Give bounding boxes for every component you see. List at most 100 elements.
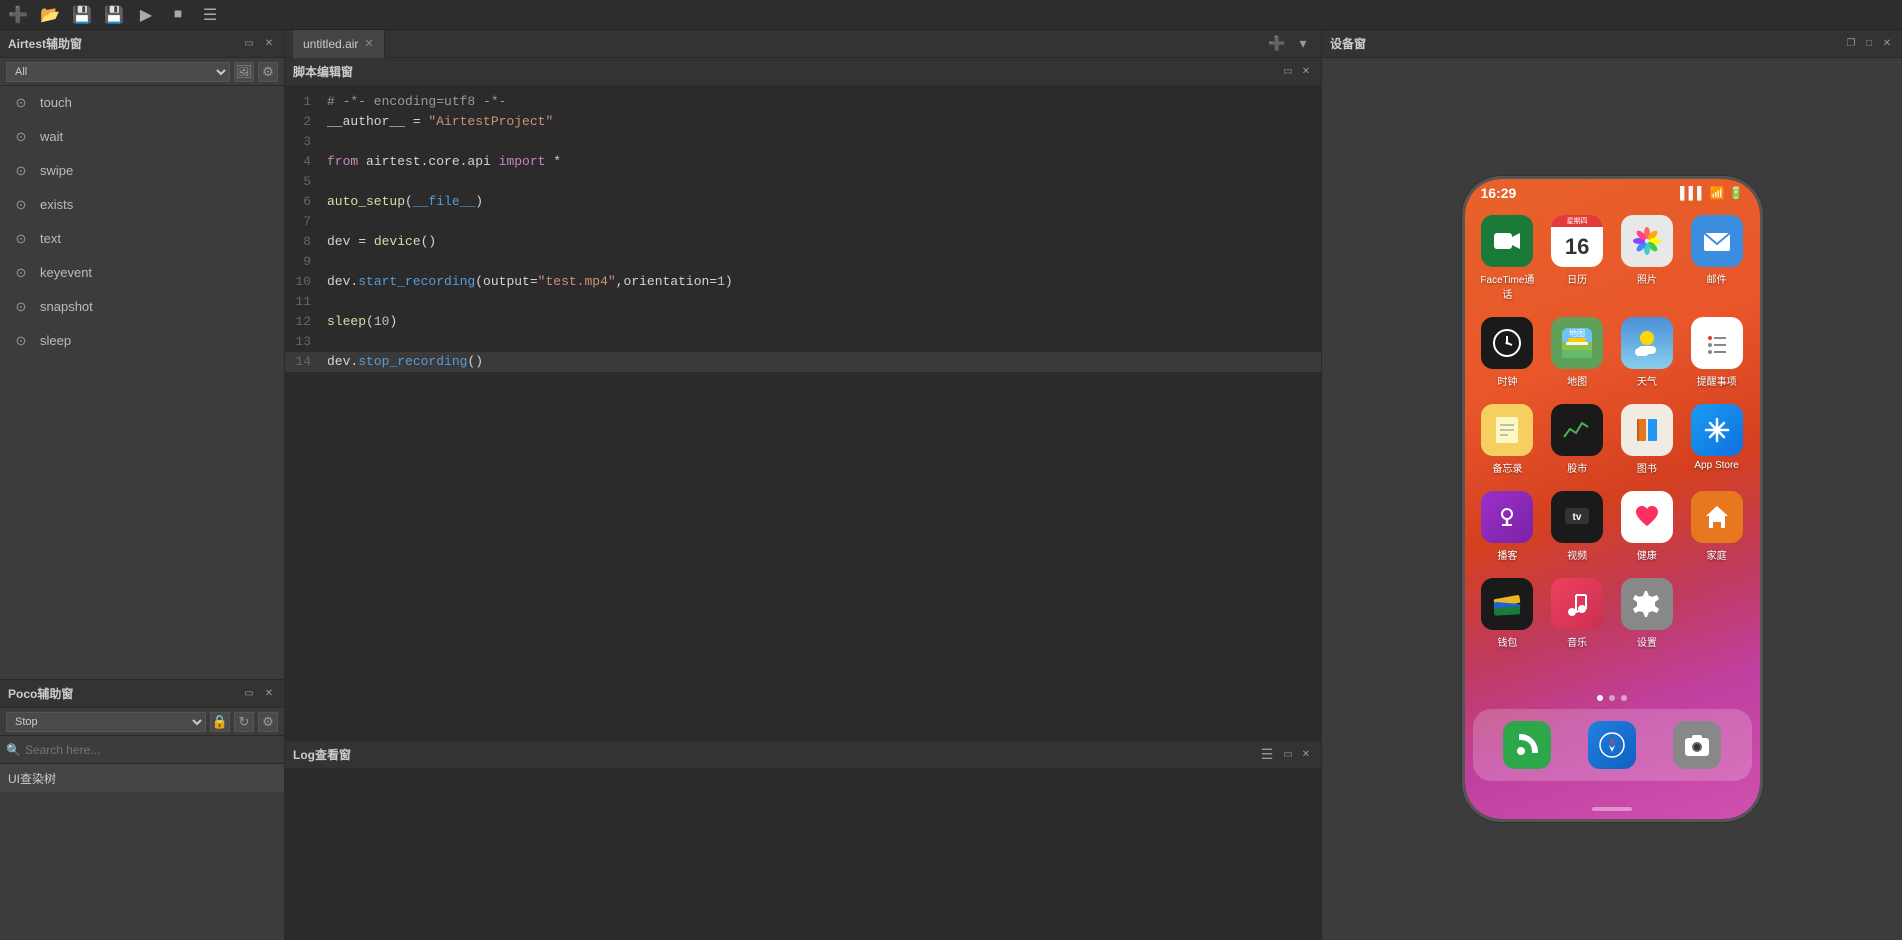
app-stocks[interactable]: 股市 [1546,404,1608,475]
app-facetime[interactable]: FaceTime通话 [1477,215,1539,301]
filter-screenshot-btn[interactable]: 🖼 [234,62,254,82]
poco-close-btn[interactable]: ✕ [262,687,276,701]
poco-minimize-btn[interactable]: ▭ [242,687,256,701]
app-settings[interactable]: 设置 [1616,578,1678,649]
facetime-icon [1481,215,1533,267]
device-content-area: 16:29 ▌▌▌ 📶 🔋 [1322,58,1902,940]
wallet-label: 钱包 [1497,634,1517,649]
appstore-icon [1691,404,1743,456]
save-icon[interactable]: 💾 [72,5,92,25]
api-label-wait: wait [40,129,63,144]
device-close-btn[interactable]: ✕ [1880,37,1894,51]
app-notes[interactable]: 备忘录 [1477,404,1539,475]
poco-mode-select[interactable]: Stop [6,712,206,732]
log-filter-btn[interactable]: ☰ [1257,745,1277,765]
script-editor-close[interactable]: ✕ [1299,65,1313,79]
code-line-3: 3 [285,132,1321,152]
airtest-close-btn[interactable]: ✕ [262,37,276,51]
app-home[interactable]: 家庭 [1686,491,1748,562]
poco-search-input[interactable] [25,743,278,757]
poco-refresh-btn[interactable]: ↻ [234,712,254,732]
poco-settings-btn[interactable]: ⚙ [258,712,278,732]
text-icon: ⊙ [12,230,30,248]
filter-select[interactable]: All [6,62,230,82]
api-label-keyevent: keyevent [40,265,92,280]
editor-add-btn[interactable]: ➕ [1267,34,1287,54]
home-indicator[interactable] [1592,807,1632,811]
api-label-snapshot: snapshot [40,299,93,314]
app-grid-row4: 播客 tv 视频 [1465,483,1760,570]
app-reminders[interactable]: 提醒事项 [1686,317,1748,388]
app-clock[interactable]: 时钟 [1477,317,1539,388]
api-item-snapshot[interactable]: ⊙ snapshot [0,290,284,324]
wifi-icon: 📶 [1710,186,1725,200]
app-wallet[interactable]: 钱包 [1477,578,1539,649]
api-item-wait[interactable]: ⊙ wait [0,120,284,154]
code-line-8: 8 dev = device() [285,232,1321,252]
script-editor-minimize[interactable]: ▭ [1281,65,1295,79]
save-as-icon[interactable]: 💾 [104,5,124,25]
api-label-text: text [40,231,61,246]
app-photos[interactable]: 照片 [1616,215,1678,301]
api-item-swipe[interactable]: ⊙ swipe [0,154,284,188]
clock-label: 时钟 [1497,373,1517,388]
app-mail[interactable]: 邮件 [1686,215,1748,301]
tab-label-untitled: untitled.air [303,37,358,51]
airtest-minimize-btn[interactable]: ▭ [242,37,256,51]
app-appletv[interactable]: tv 视频 [1546,491,1608,562]
code-line-12: 12 sleep(10) [285,312,1321,332]
log-close-btn[interactable]: ✕ [1299,748,1313,762]
dock-phone[interactable] [1503,721,1551,769]
open-file-icon[interactable]: 📂 [40,5,60,25]
appletv-label: 视频 [1567,547,1587,562]
app-podcasts[interactable]: 播客 [1477,491,1539,562]
app-maps[interactable]: 地图 地图 [1546,317,1608,388]
svg-text:tv: tv [1573,512,1582,523]
log-icon[interactable]: ☰ [200,5,220,25]
right-panel: 设备窗 ❐ □ ✕ 16:29 ▌▌▌ 📶 🔋 [1322,30,1902,940]
api-item-sleep[interactable]: ⊙ sleep [0,324,284,358]
reminders-icon [1691,317,1743,369]
phone-time: 16:29 [1481,185,1517,201]
app-music[interactable]: 音乐 [1546,578,1608,649]
books-label: 图书 [1637,460,1657,475]
api-item-text[interactable]: ⊙ text [0,222,284,256]
page-dot-1 [1597,695,1603,701]
api-item-exists[interactable]: ⊙ exists [0,188,284,222]
poco-tree-item[interactable]: UI查染树 [0,764,284,792]
code-editor-area[interactable]: 1 # -*- encoding=utf8 -*- 2 __author__ =… [285,86,1321,740]
poco-lock-btn[interactable]: 🔒 [210,712,230,732]
signal-icon: ▌▌▌ [1680,186,1706,200]
new-file-icon[interactable]: ➕ [8,5,28,25]
tab-untitled[interactable]: untitled.air ✕ [293,30,385,58]
device-restore-btn[interactable]: ❐ [1844,37,1858,51]
app-books[interactable]: 图书 [1616,404,1678,475]
api-label-swipe: swipe [40,163,73,178]
app-calendar[interactable]: 星期四 16 日历 [1546,215,1608,301]
run-icon[interactable]: ▶ [136,5,156,25]
app-weather[interactable]: 天气 [1616,317,1678,388]
calendar-icon: 星期四 16 [1551,215,1603,267]
api-label-sleep: sleep [40,333,71,348]
dock-camera[interactable] [1673,721,1721,769]
filter-options-btn[interactable]: ⚙ [258,62,278,82]
mail-label: 邮件 [1707,271,1727,286]
api-item-touch[interactable]: ⊙ touch [0,86,284,120]
editor-toolbar-right: ➕ ▾ [1267,34,1313,54]
dock-safari[interactable] [1588,721,1636,769]
app-health[interactable]: 健康 [1616,491,1678,562]
notes-icon [1481,404,1533,456]
stop-icon[interactable]: ⏹ [168,5,188,25]
log-minimize-btn[interactable]: ▭ [1281,748,1295,762]
device-maximize-btn[interactable]: □ [1862,37,1876,51]
mail-icon [1691,215,1743,267]
tab-close-btn[interactable]: ✕ [364,37,373,50]
poco-panel-header: Poco辅助窗 ▭ ✕ [0,680,284,708]
api-item-keyevent[interactable]: ⊙ keyevent [0,256,284,290]
dock-camera-icon [1673,721,1721,769]
editor-header: untitled.air ✕ ➕ ▾ [285,30,1321,58]
editor-menu-btn[interactable]: ▾ [1293,34,1313,54]
facetime-label: FaceTime通话 [1477,271,1539,301]
log-panel-title: Log查看窗 [293,746,351,763]
app-appstore[interactable]: App Store [1686,404,1748,475]
